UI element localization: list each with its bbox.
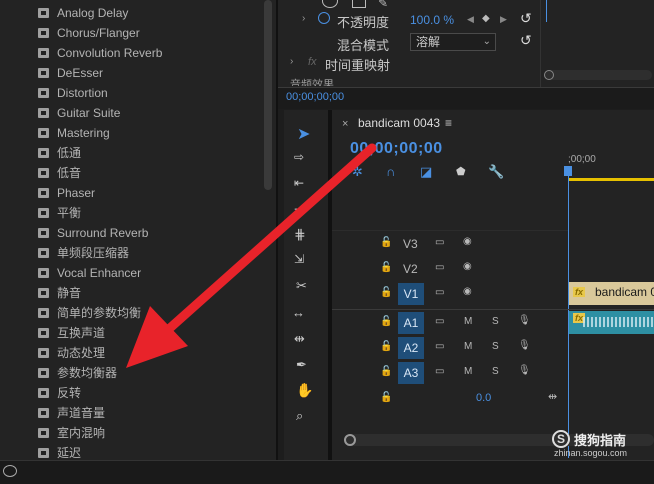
arrow-shaft (165, 143, 377, 333)
red-arrow-annotation (126, 143, 377, 368)
creative-cloud-icon[interactable] (3, 465, 17, 477)
status-bar (0, 460, 654, 484)
